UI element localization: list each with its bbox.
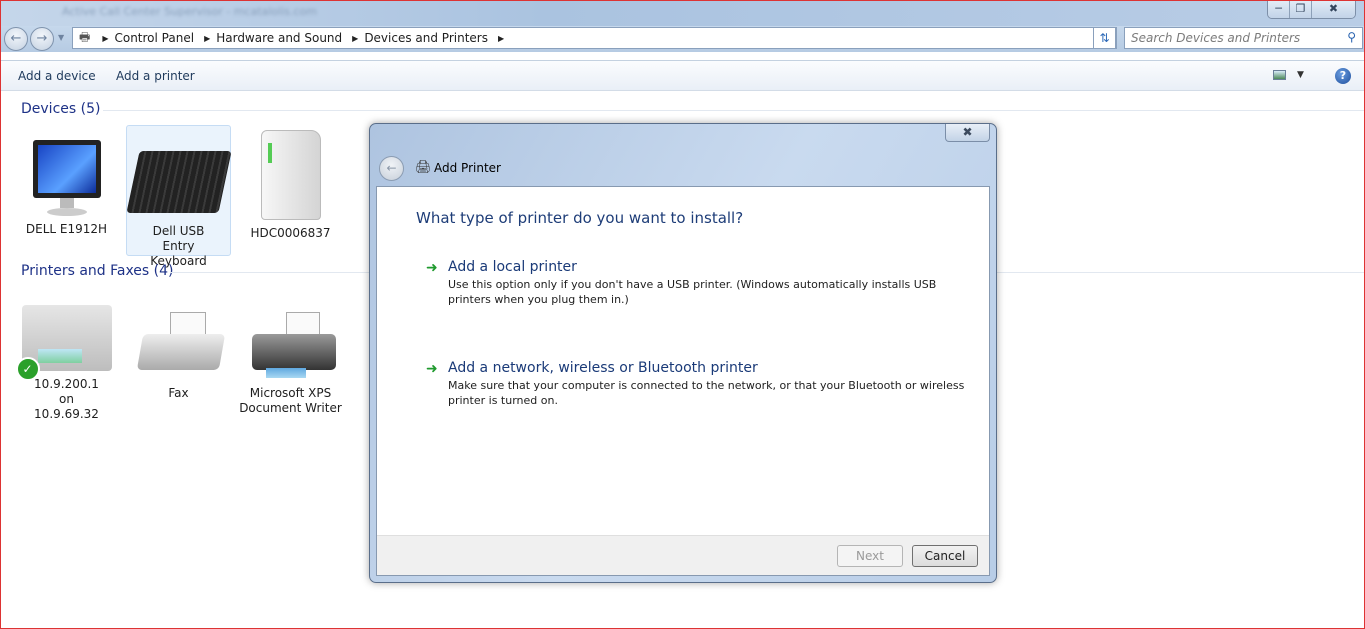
default-check-icon: ✓ [15,357,40,381]
printer-default[interactable]: ✓ 10.9.200.1 on 10.9.69.32 [14,305,119,422]
printer-xps[interactable]: Microsoft XPS Document Writer [238,312,343,416]
device-monitor[interactable]: DELL E1912H [14,140,119,237]
option-description: Use this option only if you don't have a… [448,278,937,306]
multifunction-printer-icon: ✓ [15,305,112,381]
back-button[interactable]: ← [4,27,28,51]
crumb-hardware-sound[interactable]: Hardware and Sound [216,31,342,45]
dialog-back-button[interactable]: ← [379,156,404,181]
title-bar: Active Call Center Supervisor - mcatalol… [0,0,1365,26]
search-placeholder: Search Devices and Printers [1131,31,1301,45]
toolbar: Add a device Add a printer ▼ ? [0,60,1365,91]
monitor-icon [32,140,101,220]
divider [103,110,1365,111]
device-keyboard[interactable]: Dell USB Entry Keyboard [125,125,232,268]
window-title: Active Call Center Supervisor - mcatalol… [62,5,317,18]
fax-icon [136,312,225,370]
device-label: DELL E1912H [25,222,108,236]
change-view-icon[interactable] [1273,70,1286,80]
chevron-right-icon[interactable]: ▶ [498,34,504,43]
printer-label: Microsoft XPS Document Writer [239,386,342,415]
printer-icon [246,312,336,378]
crumb-devices-printers[interactable]: Devices and Printers [364,31,488,45]
view-dropdown-icon[interactable]: ▼ [1297,70,1304,80]
minimize-button[interactable]: ─ [1268,0,1290,18]
forward-button[interactable]: → [30,27,54,51]
devices-group-header[interactable]: Devices (5) [21,101,100,117]
printer-label: Fax [168,386,189,400]
option-network-printer[interactable]: ➜ Add a network, wireless or Bluetooth p… [426,360,968,408]
option-description: Make sure that your computer is connecte… [448,379,965,407]
chevron-right-icon: ▶ [204,33,211,43]
control-panel-icon: 🖶 [79,29,91,44]
search-icon[interactable]: ⚲ [1347,30,1356,44]
printer-small-icon: 🖨 [415,160,432,175]
address-row: ← → ▼ 🖶 ▶ Control Panel ▶ Hardware and S… [0,26,1365,52]
printers-group-header[interactable]: Printers and Faxes (4) [21,263,174,279]
close-button[interactable]: ✖ [1312,0,1355,18]
option-title: Add a local printer [448,259,577,275]
add-printer-dialog: ✖ ← 🖨 Add Printer What type of printer d… [369,123,997,583]
refresh-button[interactable]: ⇅ [1093,27,1116,49]
next-button[interactable]: Next [837,545,903,567]
chevron-right-icon: ▶ [102,33,109,43]
external-drive-icon [260,130,321,220]
option-title: Add a network, wireless or Bluetooth pri… [448,360,758,376]
search-input[interactable]: Search Devices and Printers ⚲ [1124,27,1363,49]
restore-button[interactable]: ❐ [1290,0,1312,18]
device-label: HDC0006837 [250,226,331,240]
cancel-button[interactable]: Cancel [912,545,978,567]
keyboard-icon [125,151,232,213]
dialog-footer: Next Cancel [377,535,989,575]
printer-label: 10.9.200.1 on 10.9.69.32 [34,377,99,421]
option-local-printer[interactable]: ➜ Add a local printer Use this option on… [426,259,968,307]
dialog-question: What type of printer do you want to inst… [416,209,744,227]
green-arrow-icon: ➜ [426,361,438,377]
recent-pages-icon[interactable]: ▼ [58,33,64,42]
dialog-title: Add Printer [434,161,501,175]
add-printer-button[interactable]: Add a printer [116,69,195,83]
crumb-control-panel[interactable]: Control Panel [114,31,194,45]
device-hdc[interactable]: HDC0006837 [238,130,343,241]
add-device-button[interactable]: Add a device [18,69,96,83]
address-bar[interactable]: 🖶 ▶ Control Panel ▶ Hardware and Sound ▶… [72,27,1117,49]
dialog-body: What type of printer do you want to inst… [376,186,990,576]
green-arrow-icon: ➜ [426,260,438,276]
printer-fax[interactable]: Fax [126,312,231,401]
chevron-right-icon: ▶ [352,33,359,43]
dialog-close-button[interactable]: ✖ [945,124,990,142]
help-icon[interactable]: ? [1335,68,1351,84]
